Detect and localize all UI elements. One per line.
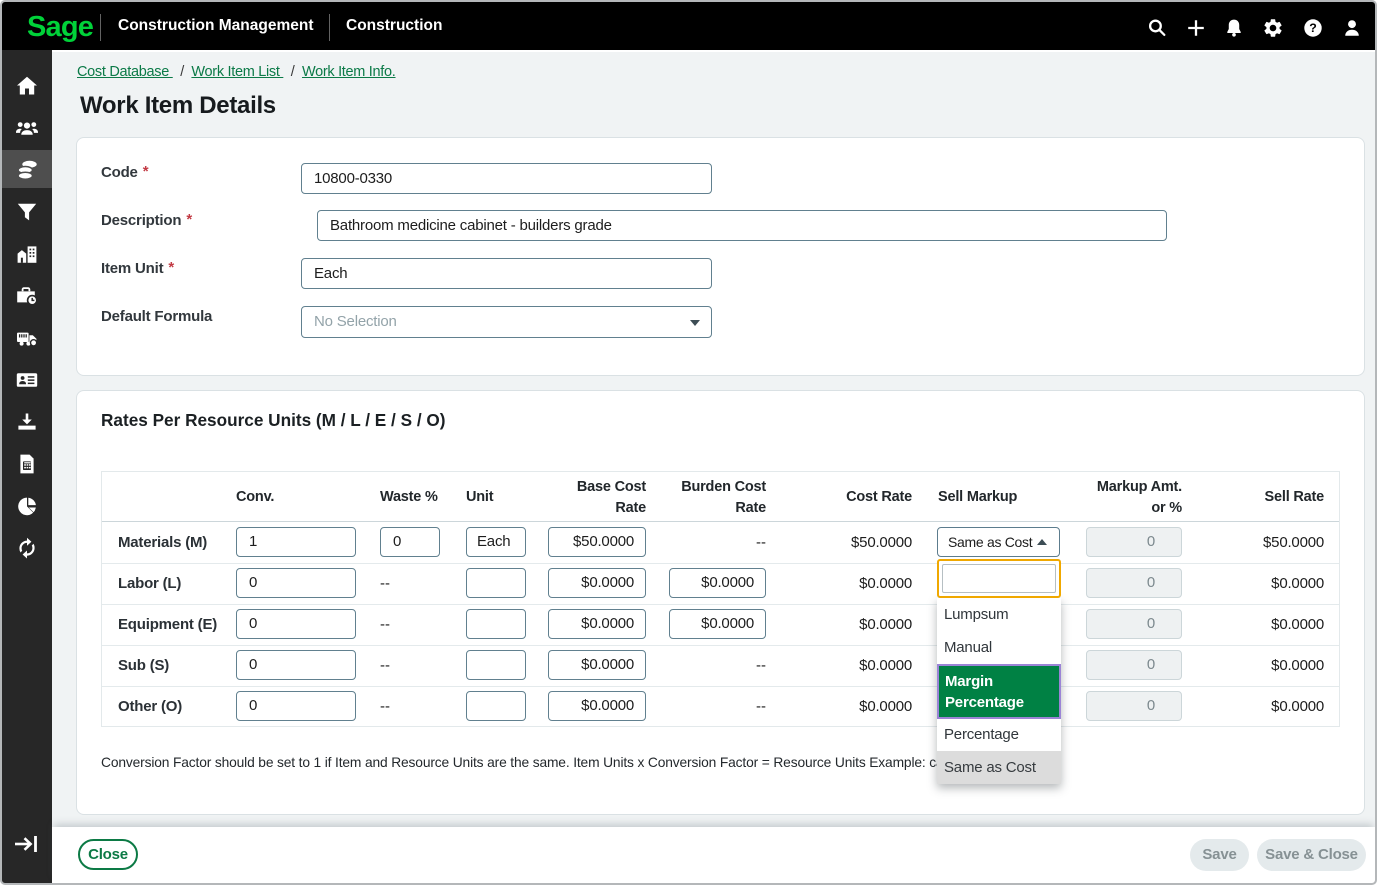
svg-text:?: ? [1309,21,1317,35]
